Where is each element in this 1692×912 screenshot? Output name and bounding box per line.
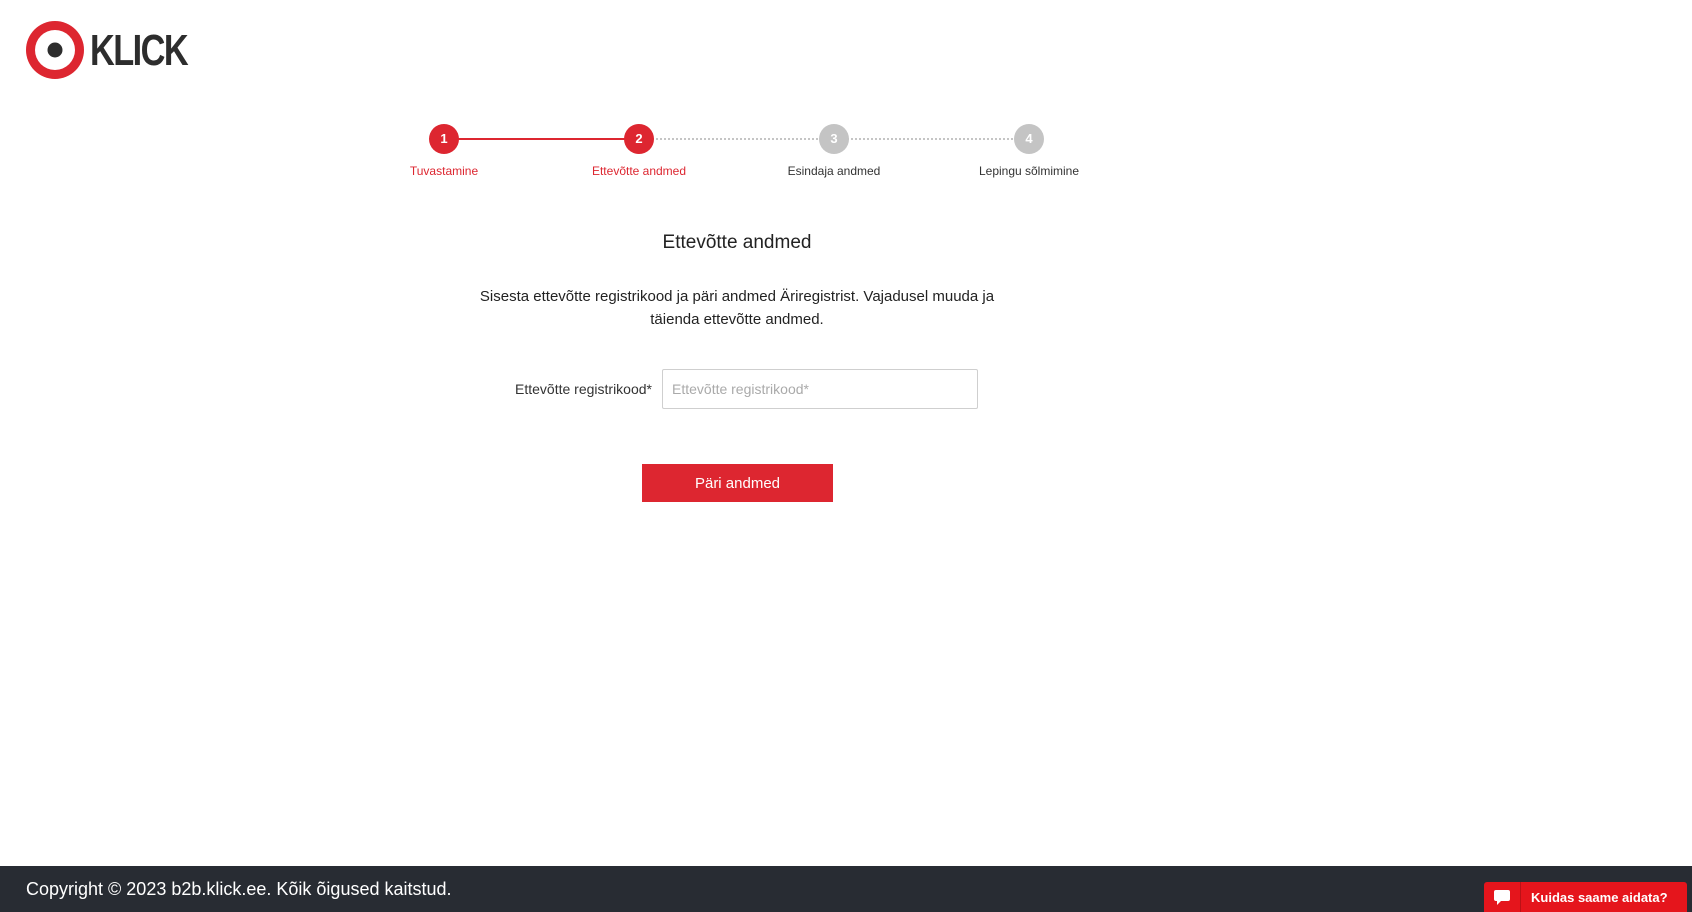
page-title: Ettevõtte andmed xyxy=(662,232,812,253)
step-1-label: Tuvastamine xyxy=(409,164,479,178)
step-2-circle: 2 xyxy=(624,124,654,154)
progress-stepper: 1 Tuvastamine 2 Ettevõtte andmed 3 Esind… xyxy=(0,124,1692,194)
footer: Copyright © 2023 b2b.klick.ee. Kõik õigu… xyxy=(0,866,1692,912)
copyright-text: Copyright © 2023 b2b.klick.ee. Kõik õigu… xyxy=(26,879,452,899)
fetch-data-button[interactable]: Päri andmed xyxy=(642,464,833,502)
chat-bubble-icon xyxy=(1494,889,1510,905)
registry-code-input[interactable] xyxy=(662,369,978,409)
step-4-circle: 4 xyxy=(1014,124,1044,154)
chat-label: Kuidas saame aidata? xyxy=(1531,889,1668,905)
step-3: 3 Esindaja andmed xyxy=(734,124,934,178)
instructions-text: Sisesta ettevõtte registrikood ja päri a… xyxy=(479,288,995,328)
step-3-circle: 3 xyxy=(819,124,849,154)
page: KLICK 1 Tuvastamine 2 Ettevõtte andmed 3… xyxy=(0,0,1692,912)
step-4-label: Lepingu sõlmimine xyxy=(978,164,1080,178)
chat-widget-button[interactable]: Kuidas saame aidata? xyxy=(1484,882,1687,912)
step-3-label: Esindaja andmed xyxy=(787,164,881,178)
step-1: 1 Tuvastamine xyxy=(344,124,544,178)
registry-code-label: Ettevõtte registrikood* xyxy=(515,381,652,397)
chat-icon-box xyxy=(1484,882,1521,912)
step-1-circle: 1 xyxy=(429,124,459,154)
logo-text: KLICK xyxy=(90,26,189,75)
target-icon xyxy=(26,21,84,79)
step-4: 4 Lepingu sõlmimine xyxy=(929,124,1129,178)
step-2-label: Ettevõtte andmed xyxy=(591,164,687,178)
logo[interactable]: KLICK xyxy=(26,19,214,81)
registry-code-row: Ettevõtte registrikood* xyxy=(400,369,978,409)
step-2: 2 Ettevõtte andmed xyxy=(539,124,739,178)
